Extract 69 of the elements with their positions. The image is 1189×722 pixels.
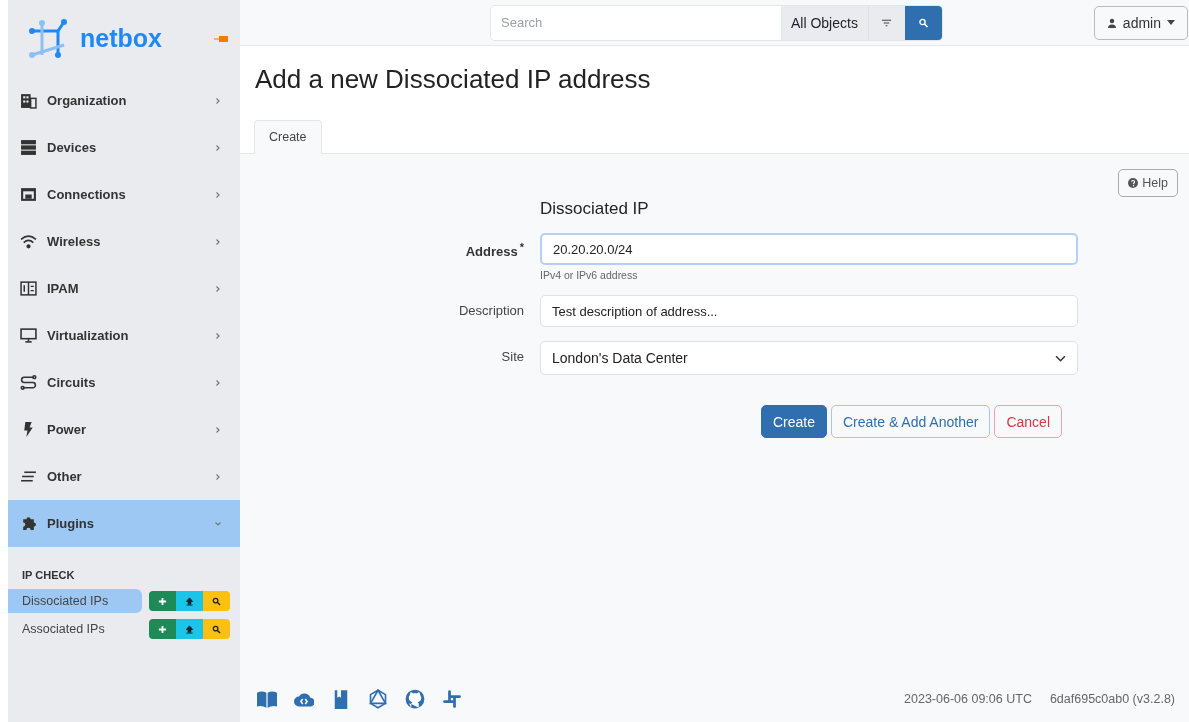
page-title: Add a new Dissociated IP address [255,64,652,96]
wifi-icon [20,233,37,250]
field-label: Address$^{*}$ [464,240,524,262]
help-button[interactable]: Help [1118,169,1178,197]
search-button[interactable] [203,591,230,611]
chevron-right-icon [214,96,222,105]
chevron-right-icon [214,237,222,246]
graph-icon[interactable] [368,689,388,709]
nav-menu-item[interactable]: Other [8,453,240,500]
chevron-right-icon [214,190,222,199]
chevron-right-icon [214,284,222,293]
chevron-down-icon [1055,354,1066,362]
nav-menu-item[interactable]: Connections [8,171,240,218]
chevron-right-icon [214,472,222,481]
form-button[interactable]: Create [760,405,827,438]
add-button[interactable] [149,591,176,611]
upload-icon [185,624,194,634]
nav-menu-item[interactable]: Power [8,406,240,453]
chevron-right-icon [214,425,222,434]
tab[interactable]: Create [254,120,322,154]
plugin-menu-item[interactable]: Dissociated IPs [8,589,142,613]
nav-menu-item[interactable]: Devices [8,124,240,171]
chevron-right-icon [214,331,222,340]
import-button[interactable] [176,619,203,639]
timestamp: 2023-06-06 09:06 UTC [904,692,1032,706]
caret-icon [1167,20,1175,25]
nav-menu-item[interactable]: Plugins [8,500,240,547]
field-label: Site [500,348,524,366]
user-icon [1106,17,1117,28]
search-icon [212,624,221,634]
nav-menu-item[interactable]: Wireless [8,218,240,265]
lines-icon [20,468,37,485]
form-section-heading: Dissociated IP [540,198,650,219]
form-button[interactable]: Cancel [994,405,1062,438]
chevron-right-icon [214,143,222,152]
section-heading: IP CHECK [21,568,76,583]
input-field[interactable]: Test description of address... [540,295,1078,327]
book-icon[interactable] [257,689,277,709]
ipam-icon [20,280,37,297]
nav-menu-item[interactable]: Circuits [8,359,240,406]
puzzle-icon [20,515,37,532]
monitor-icon [20,327,37,344]
server-icon [20,139,37,156]
plugin-menu-item[interactable]: Associated IPs [8,617,142,641]
nav-menu-item[interactable]: Organization [8,77,240,124]
question-icon [1128,178,1139,188]
field-help-text: IPv4 or IPv6 address [540,269,639,281]
field-label: Description [457,302,524,320]
user-menu-button[interactable]: admin [1093,5,1188,40]
form-button[interactable]: Create & Add Another [830,405,991,438]
plus-icon [158,624,167,634]
version-text: 6daf695c0ab0 (v3.2.8) [1049,692,1175,706]
search-icon [212,596,221,606]
nav-menu-item[interactable]: Virtualization [8,312,240,359]
nav-menu-item[interactable]: IPAM [8,265,240,312]
github-icon[interactable] [405,689,425,709]
chevron-right-icon [214,378,222,387]
search-button[interactable] [203,619,230,639]
chevron-down-icon [214,519,222,528]
circuit-icon [20,374,37,391]
port-icon [20,186,37,203]
upload-icon [185,596,194,606]
building-icon [20,92,37,109]
input-field[interactable]: 20.20.20.0/24 [540,233,1078,265]
site-select[interactable]: London's Data Center [540,341,1078,375]
import-button[interactable] [176,591,203,611]
plus-icon [158,596,167,606]
netbox-logo-icon[interactable] [28,18,68,59]
add-button[interactable] [149,619,176,639]
